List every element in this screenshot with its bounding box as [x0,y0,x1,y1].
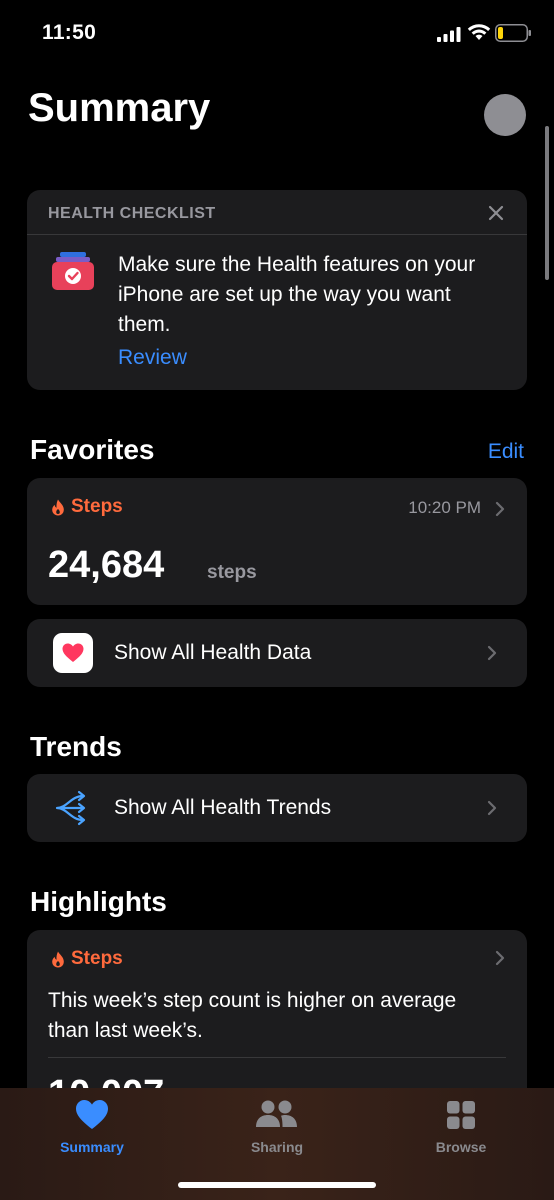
health-checklist-icon [52,252,94,290]
chevron-right-icon [495,501,505,517]
summary-scroll-view[interactable]: Summary HEALTH CHECKLIST Make sure the H… [0,0,554,1200]
scrollbar[interactable] [545,126,549,280]
people-icon [256,1100,297,1127]
heart-icon [76,1100,108,1129]
chevron-right-icon [495,950,505,966]
chevron-right-icon [487,645,497,661]
tab-sharing[interactable]: Sharing [217,1098,337,1155]
chevron-right-icon [487,800,497,816]
divider [27,234,527,235]
edit-favorites-button[interactable]: Edit [488,440,524,464]
show-all-health-trends-label: Show All Health Trends [114,796,332,819]
tab-summary[interactable]: Summary [32,1098,152,1155]
tab-sharing-label: Sharing [250,1139,304,1155]
steps-value: 24,684 [48,544,165,586]
wifi-icon [467,24,491,40]
page-title: Summary [28,86,211,130]
checklist-header: HEALTH CHECKLIST [48,205,216,222]
tab-browse[interactable]: Browse [401,1098,521,1155]
highlight-message: This week’s step count is higher on aver… [48,989,457,1042]
highlight-steps-label: Steps [71,948,123,969]
steps-favorite-card[interactable]: Steps 10:20 PM 24,684 steps [27,478,527,605]
show-all-health-data-row[interactable]: Show All Health Data [27,619,527,687]
heart-icon [62,643,84,662]
review-link[interactable]: Review [118,346,187,370]
health-app-icon [53,633,93,673]
trends-section-title: Trends [30,731,122,762]
cellular-signal-icon [437,27,461,42]
highlight-metric-label: Steps [51,948,123,970]
divider [48,1057,506,1058]
status-time: 11:50 [42,21,97,44]
tab-browse-label: Browse [435,1139,487,1155]
battery-icon [495,24,531,42]
steps-unit: steps [207,562,257,583]
profile-avatar[interactable] [484,94,526,136]
show-all-health-trends-row[interactable]: Show All Health Trends [27,774,527,842]
steps-label: Steps [71,496,123,517]
steps-timestamp: 10:20 PM [408,498,481,517]
close-icon[interactable] [485,202,507,224]
grid-icon [447,1101,475,1129]
steps-metric-label: Steps [51,496,123,518]
favorites-section-title: Favorites [30,434,155,465]
health-checklist-card[interactable]: HEALTH CHECKLIST Make sure the Health fe… [27,190,527,390]
flame-icon [52,951,64,967]
status-bar: 11:50 [0,0,554,70]
flame-icon [52,499,64,515]
show-all-health-data-label: Show All Health Data [114,641,312,664]
home-indicator[interactable] [178,1182,376,1188]
trends-icon [55,790,86,826]
tab-summary-label: Summary [60,1139,124,1155]
highlights-section-title: Highlights [30,886,167,917]
checklist-message: Make sure the Health features on your iP… [118,253,476,336]
